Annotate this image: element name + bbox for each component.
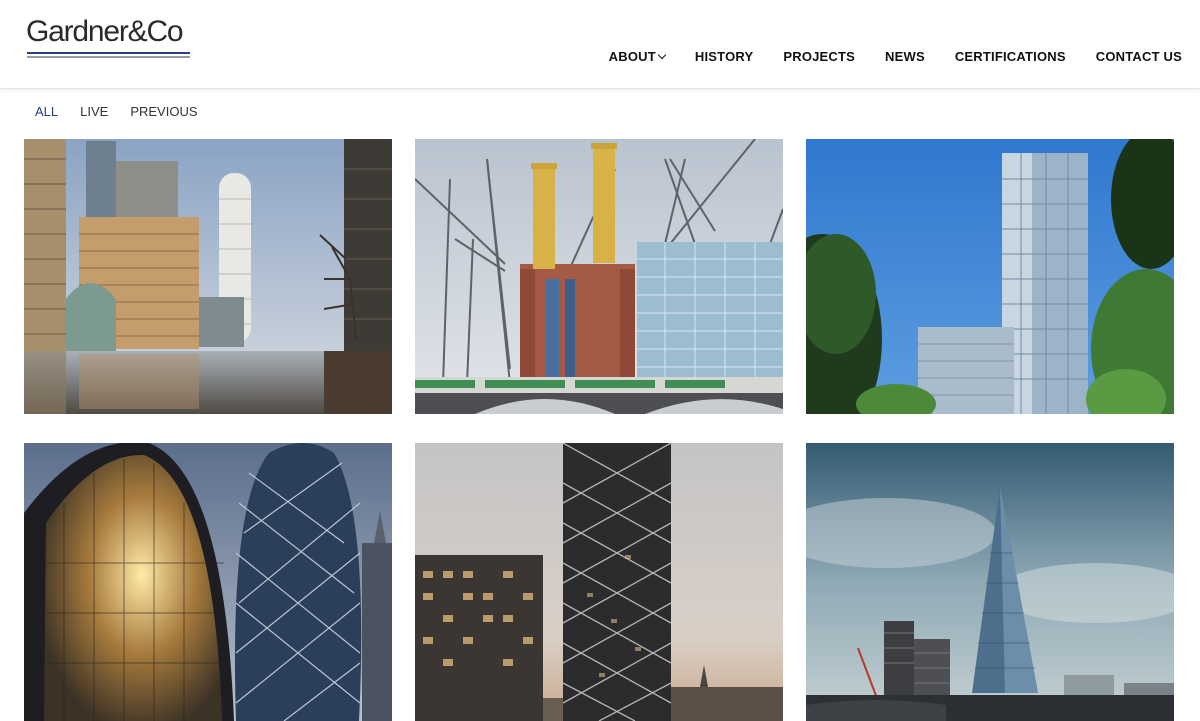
logo-underline-blue <box>27 52 190 54</box>
nav-item-certifications[interactable]: CERTIFICATIONS <box>955 49 1066 64</box>
shard-skyline-photo <box>806 443 1174 721</box>
project-tile-battersea[interactable] <box>415 139 783 414</box>
diagrid-tower-photo <box>415 443 783 721</box>
nav-item-contact-us[interactable]: CONTACT US <box>1096 49 1182 64</box>
nav-item-about-label: ABOUT <box>608 49 656 64</box>
nav-item-news[interactable]: NEWS <box>885 49 925 64</box>
filter-all[interactable]: ALL <box>35 104 58 119</box>
glass-tower-photo <box>806 139 1174 414</box>
nav-item-projects[interactable]: PROJECTS <box>783 49 855 64</box>
chevron-down-icon <box>657 50 667 59</box>
canary-wharf-photo <box>24 139 392 414</box>
site-logo[interactable]: Gardner&Co <box>26 15 196 59</box>
project-tile-glass-tower[interactable] <box>806 139 1174 414</box>
gherkin-photo <box>24 443 392 721</box>
nav-item-about[interactable]: ABOUT <box>608 49 667 64</box>
project-tile-canary-wharf[interactable] <box>24 139 392 414</box>
project-tile-gherkin[interactable] <box>24 443 392 721</box>
nav-item-history[interactable]: HISTORY <box>695 49 753 64</box>
logo-underline-grey <box>27 56 190 58</box>
project-tile-shard[interactable] <box>806 443 1174 721</box>
filter-live[interactable]: LIVE <box>80 104 108 119</box>
logo-text: Gardner&Co <box>26 15 184 48</box>
site-header: Gardner&Co ABOUT HISTORY PROJECTS NEWS C… <box>0 0 1200 89</box>
project-filter-bar: ALL LIVE PREVIOUS <box>35 104 220 119</box>
main-nav: ABOUT HISTORY PROJECTS NEWS CERTIFICATIO… <box>579 49 1182 64</box>
battersea-photo <box>415 139 783 414</box>
project-tile-diagrid-tower[interactable] <box>415 443 783 721</box>
filter-previous[interactable]: PREVIOUS <box>130 104 197 119</box>
